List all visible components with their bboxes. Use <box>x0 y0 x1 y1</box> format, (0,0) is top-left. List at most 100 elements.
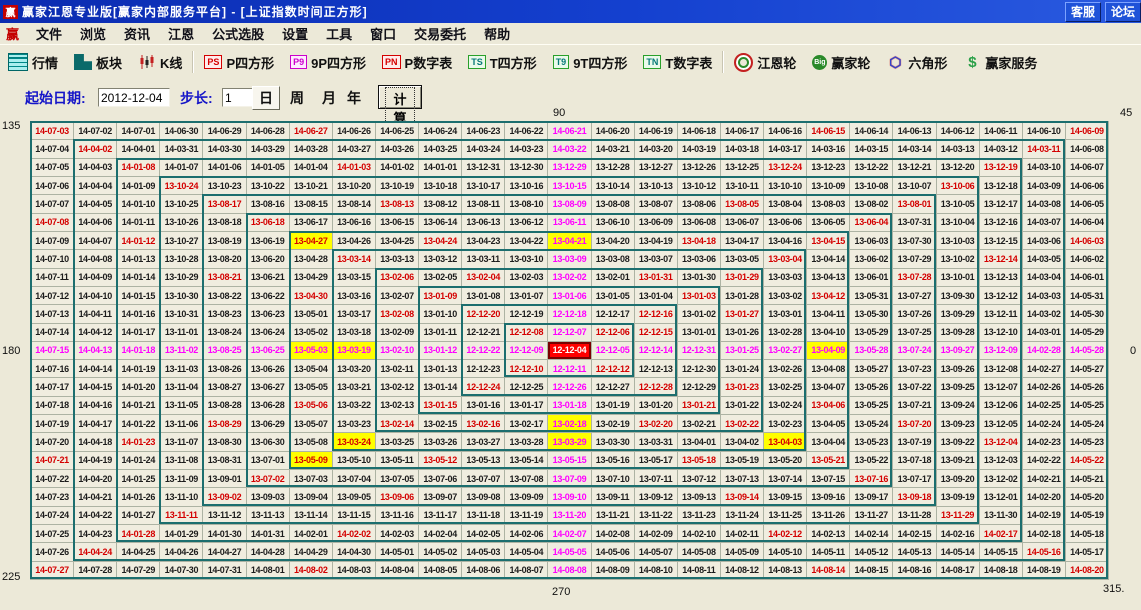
date-cell[interactable]: 13-05-27 <box>850 360 893 378</box>
date-cell[interactable]: 13-07-31 <box>893 214 936 232</box>
date-cell[interactable]: 14-02-01 <box>290 525 333 543</box>
date-cell[interactable]: 13-10-31 <box>160 305 203 323</box>
date-cell[interactable]: 13-06-13 <box>462 214 505 232</box>
toolbar-button-t-square[interactable]: TST四方形 <box>460 53 544 72</box>
date-cell[interactable]: 13-11-07 <box>160 433 203 451</box>
date-cell[interactable]: 13-10-11 <box>721 177 764 195</box>
date-cell[interactable]: 14-03-26 <box>376 140 419 158</box>
date-cell[interactable]: 14-06-19 <box>635 122 678 140</box>
date-cell[interactable]: 13-09-11 <box>592 488 635 506</box>
date-cell[interactable]: 12-12-16 <box>635 305 678 323</box>
toolbar-button-kline[interactable]: K线 <box>130 53 190 72</box>
date-cell[interactable]: 13-10-30 <box>160 287 203 305</box>
date-cell[interactable]: 14-07-16 <box>31 360 74 378</box>
date-cell[interactable]: 13-05-04 <box>290 360 333 378</box>
date-cell[interactable]: 13-01-16 <box>462 397 505 415</box>
date-cell[interactable]: 13-08-21 <box>203 269 246 287</box>
date-cell[interactable]: 12-12-28 <box>635 378 678 396</box>
date-cell[interactable]: 14-07-08 <box>31 214 74 232</box>
date-cell[interactable]: 14-02-04 <box>419 525 462 543</box>
date-cell[interactable]: 14-04-29 <box>290 543 333 561</box>
date-cell[interactable]: 12-12-17 <box>592 305 635 323</box>
date-cell[interactable]: 13-10-08 <box>850 177 893 195</box>
date-cell[interactable]: 14-03-03 <box>1023 287 1066 305</box>
menu-item-0[interactable]: 文件 <box>27 24 71 43</box>
date-cell[interactable]: 13-03-26 <box>419 433 462 451</box>
date-cell[interactable]: 13-06-02 <box>850 250 893 268</box>
date-cell[interactable]: 14-02-07 <box>548 525 591 543</box>
date-cell[interactable]: 14-05-31 <box>1066 287 1109 305</box>
date-cell[interactable]: 14-05-19 <box>1066 507 1109 525</box>
date-cell[interactable]: 13-12-15 <box>980 232 1023 250</box>
date-cell[interactable]: 12-12-05 <box>592 342 635 360</box>
date-cell[interactable]: 14-04-30 <box>333 543 376 561</box>
date-cell[interactable]: 14-01-07 <box>160 159 203 177</box>
date-cell[interactable]: 13-08-16 <box>247 195 290 213</box>
date-cell[interactable]: 12-12-23 <box>462 360 505 378</box>
date-cell[interactable]: 13-12-26 <box>678 159 721 177</box>
date-cell[interactable]: 13-05-01 <box>290 305 333 323</box>
date-cell[interactable]: 13-09-29 <box>937 305 980 323</box>
date-cell[interactable]: 13-03-30 <box>592 433 635 451</box>
date-cell[interactable]: 13-11-03 <box>160 360 203 378</box>
date-cell[interactable]: 13-09-22 <box>937 433 980 451</box>
date-cell[interactable]: 13-09-19 <box>937 488 980 506</box>
date-cell[interactable]: 13-03-19 <box>333 342 376 360</box>
date-cell[interactable]: 12-12-09 <box>505 342 548 360</box>
date-cell[interactable]: 13-05-06 <box>290 397 333 415</box>
date-cell[interactable]: 13-02-23 <box>764 415 807 433</box>
date-cell[interactable]: 13-05-15 <box>548 452 591 470</box>
date-cell[interactable]: 14-08-03 <box>333 562 376 580</box>
date-cell[interactable]: 14-08-07 <box>505 562 548 580</box>
date-cell[interactable]: 13-09-04 <box>290 488 333 506</box>
date-cell[interactable]: 13-07-11 <box>635 470 678 488</box>
date-cell[interactable]: 14-01-18 <box>117 342 160 360</box>
date-cell[interactable]: 14-06-10 <box>1023 122 1066 140</box>
date-cell[interactable]: 14-04-21 <box>74 488 117 506</box>
date-cell[interactable]: 13-08-03 <box>807 195 850 213</box>
date-cell[interactable]: 14-05-08 <box>678 543 721 561</box>
date-cell[interactable]: 13-11-01 <box>160 324 203 342</box>
date-cell[interactable]: 13-06-21 <box>247 269 290 287</box>
date-cell[interactable]: 14-05-26 <box>1066 378 1109 396</box>
date-cell[interactable]: 13-06-23 <box>247 305 290 323</box>
date-cell[interactable]: 14-07-17 <box>31 378 74 396</box>
date-cell[interactable]: 12-12-18 <box>548 305 591 323</box>
date-cell[interactable]: 13-04-25 <box>376 232 419 250</box>
date-cell[interactable]: 13-03-07 <box>635 250 678 268</box>
date-cell[interactable]: 14-02-10 <box>678 525 721 543</box>
date-cell[interactable]: 13-11-16 <box>376 507 419 525</box>
date-cell[interactable]: 14-08-02 <box>290 562 333 580</box>
date-cell[interactable]: 14-05-07 <box>635 543 678 561</box>
date-cell[interactable]: 14-01-10 <box>117 195 160 213</box>
date-cell[interactable]: 13-02-18 <box>548 415 591 433</box>
date-cell[interactable]: 13-07-24 <box>893 342 936 360</box>
date-cell[interactable]: 14-06-02 <box>1066 250 1109 268</box>
date-cell[interactable]: 13-08-30 <box>203 433 246 451</box>
date-cell[interactable]: 13-10-01 <box>937 269 980 287</box>
date-cell[interactable]: 14-02-23 <box>1023 433 1066 451</box>
date-cell[interactable]: 14-05-23 <box>1066 433 1109 451</box>
date-cell[interactable]: 13-06-12 <box>505 214 548 232</box>
date-cell[interactable]: 13-04-01 <box>678 433 721 451</box>
date-cell[interactable]: 13-09-14 <box>721 488 764 506</box>
date-cell[interactable]: 13-09-01 <box>203 470 246 488</box>
date-cell[interactable]: 14-04-03 <box>74 159 117 177</box>
date-cell[interactable]: 13-11-17 <box>419 507 462 525</box>
date-cell[interactable]: 13-07-09 <box>548 470 591 488</box>
date-cell[interactable]: 14-03-31 <box>160 140 203 158</box>
date-cell[interactable]: 14-02-26 <box>1023 378 1066 396</box>
date-cell[interactable]: 13-12-27 <box>635 159 678 177</box>
date-cell[interactable]: 14-04-02 <box>74 140 117 158</box>
date-cell[interactable]: 13-01-05 <box>592 287 635 305</box>
date-cell[interactable]: 14-02-28 <box>1023 342 1066 360</box>
date-cell[interactable]: 14-05-05 <box>548 543 591 561</box>
date-cell[interactable]: 13-06-18 <box>247 214 290 232</box>
date-cell[interactable]: 13-10-12 <box>678 177 721 195</box>
date-cell[interactable]: 14-01-19 <box>117 360 160 378</box>
date-cell[interactable]: 13-12-23 <box>807 159 850 177</box>
date-cell[interactable]: 13-10-19 <box>376 177 419 195</box>
date-cell[interactable]: 13-05-08 <box>290 433 333 451</box>
date-cell[interactable]: 14-06-13 <box>893 122 936 140</box>
date-cell[interactable]: 14-01-12 <box>117 232 160 250</box>
